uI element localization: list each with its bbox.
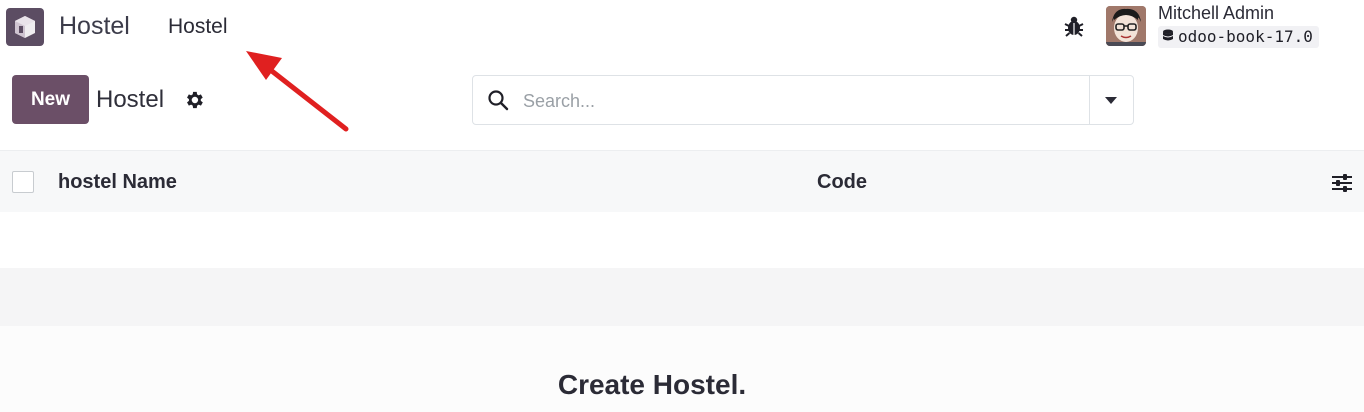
annotation-arrow	[246, 51, 349, 132]
